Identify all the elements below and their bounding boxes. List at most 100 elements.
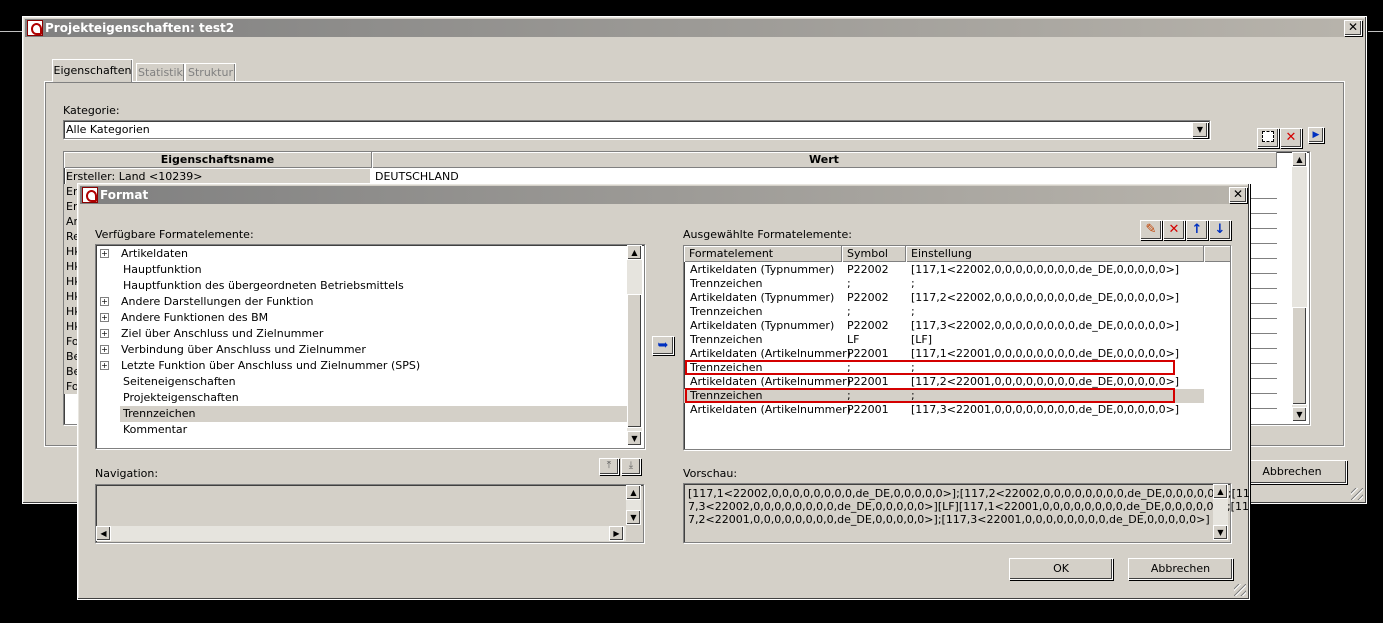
list-item[interactable]: + Letzte Funktion über Anschluss und Ziel… bbox=[96, 358, 627, 374]
header-einstellung[interactable]: Einstellung bbox=[906, 246, 1204, 262]
list-item[interactable]: + Ziel über Anschluss und Zielnummer bbox=[96, 326, 627, 342]
header-formatelement-label: Formatelement bbox=[689, 247, 774, 260]
cell-setting: [LF] bbox=[911, 333, 933, 346]
table-row[interactable]: Artikeldaten (Typnummer) P22002 [117,2<220… bbox=[684, 291, 1204, 305]
header-symbol[interactable]: Symbol bbox=[842, 246, 906, 262]
list-item-selected[interactable]: Trennzeichen bbox=[120, 406, 627, 422]
list-item[interactable]: + Andere Darstellungen der Funktion bbox=[96, 294, 627, 310]
ok-label: OK bbox=[1053, 562, 1069, 575]
highlight-box bbox=[685, 360, 1175, 375]
play-icon[interactable]: ▶ bbox=[1308, 127, 1324, 143]
list-item[interactable]: Projekteigenschaften bbox=[96, 390, 627, 406]
main-abbrechen-label: Abbrechen bbox=[1262, 465, 1322, 478]
list-item[interactable]: + Andere Funktionen des BM bbox=[96, 310, 627, 326]
new-property-icon[interactable] bbox=[1257, 128, 1279, 148]
resize-grip-icon[interactable] bbox=[1234, 584, 1246, 596]
table-row[interactable]: Artikeldaten (Typnummer) P22002 [117,3<220… bbox=[684, 319, 1204, 333]
scroll-left-icon[interactable]: ◀ bbox=[96, 526, 111, 541]
tab-statistik[interactable]: Statistik bbox=[136, 63, 185, 82]
expand-icon[interactable]: + bbox=[100, 296, 109, 306]
tab-eigenschaften[interactable]: Eigenschaften bbox=[52, 59, 133, 82]
nav-up-icon[interactable]: ⤒ bbox=[599, 458, 619, 475]
table-row[interactable]: Artikeldaten (Artikelnummer) P22001 [117,3… bbox=[684, 403, 1204, 417]
table-row[interactable]: Trennzeichen;; bbox=[684, 305, 1204, 319]
vorschau-line: 7,3<22002,0,0,0,0,0,0,0,0,de_DE,0,0,0,0,… bbox=[688, 500, 1249, 513]
cell-setting: [117,2<22001,0,0,0,0,0,0,0,0,de_DE,0,0,0… bbox=[911, 375, 1180, 388]
list-item[interactable]: Hauptfunktion des übergeordneten Betrieb… bbox=[96, 278, 627, 294]
table-row[interactable]: Artikeldaten (Artikelnummer) P22001 [117,2… bbox=[684, 375, 1204, 389]
scroll-down-icon[interactable]: ▼ bbox=[626, 510, 641, 525]
tab-statistik-label: Statistik bbox=[138, 66, 183, 79]
cell-setting: [117,2<22002,0,0,0,0,0,0,0,0,de_DE,0,0,0… bbox=[911, 291, 1180, 304]
nav-down-icon[interactable]: ⤓ bbox=[621, 458, 641, 475]
list-item[interactable]: + Verbindung über Anschluss und Zielnumme… bbox=[96, 342, 627, 358]
list-item[interactable]: Kommentar bbox=[96, 422, 627, 438]
header-filler bbox=[1204, 246, 1230, 262]
scroll-down-icon[interactable]: ▼ bbox=[627, 431, 642, 446]
expand-icon[interactable]: + bbox=[100, 328, 109, 338]
add-arrow-icon[interactable]: ➥ bbox=[652, 336, 674, 355]
expand-icon[interactable]: + bbox=[100, 248, 109, 258]
format-close-button[interactable]: ✕ bbox=[1229, 187, 1247, 203]
cell-setting: [117,3<22001,0,0,0,0,0,0,0,0,de_DE,0,0,0… bbox=[911, 403, 1180, 416]
header-wert-label: Wert bbox=[809, 153, 839, 166]
header-formatelement[interactable]: Formatelement bbox=[684, 246, 842, 262]
main-abbrechen-button[interactable]: Abbrechen bbox=[1237, 460, 1347, 484]
vorschau-text: [117,1<22002,0,0,0,0,0,0,0,0,de_DE,0,0,0… bbox=[688, 487, 1250, 526]
chevron-down-icon[interactable]: ▼ bbox=[1192, 122, 1208, 138]
resize-grip-icon[interactable] bbox=[1351, 488, 1363, 500]
cell-element: Artikeldaten (Typnummer) bbox=[690, 291, 835, 304]
table-row[interactable]: Ersteller: Land <10239> DEUTSCHLAND bbox=[64, 169, 1309, 184]
cell-element: Trennzeichen bbox=[690, 277, 763, 290]
scroll-up-icon[interactable]: ▲ bbox=[1213, 484, 1228, 499]
scroll-right-icon[interactable]: ▶ bbox=[609, 526, 624, 541]
scroll-thumb[interactable] bbox=[1292, 307, 1307, 405]
expand-icon[interactable]: + bbox=[100, 344, 109, 354]
expand-icon[interactable]: + bbox=[100, 312, 109, 322]
list-item[interactable]: + Artikeldaten bbox=[96, 246, 627, 262]
selected-elements-table: Formatelement Symbol Einstellung Artikel… bbox=[683, 245, 1231, 450]
cell-element: Artikeldaten (Artikelnummer) bbox=[690, 403, 851, 416]
list-item[interactable]: Seiteneigenschaften bbox=[96, 374, 627, 390]
item-label: Hauptfunktion des übergeordneten Betrieb… bbox=[123, 279, 404, 292]
header-wert[interactable]: Wert bbox=[372, 152, 1277, 168]
tab-struktur-label: Struktur bbox=[188, 66, 233, 79]
header-eigenschaftsname[interactable]: Eigenschaftsname bbox=[64, 152, 372, 168]
delete-icon[interactable]: ✕ bbox=[1280, 128, 1302, 148]
expand-icon[interactable]: + bbox=[100, 360, 109, 370]
table-row[interactable]: Trennzeichen LF [LF] bbox=[684, 333, 1204, 347]
cell-setting: ; bbox=[911, 277, 915, 290]
navigation-horizontal-scrollbar[interactable]: ◀ ▶ bbox=[96, 526, 626, 541]
table-row[interactable]: Trennzeichen;; bbox=[684, 277, 1204, 291]
delete-icon[interactable]: ✕ bbox=[1163, 220, 1185, 240]
item-label: Verbindung über Anschluss und Zielnummer bbox=[121, 343, 366, 356]
scroll-down-icon[interactable]: ▼ bbox=[1292, 407, 1307, 422]
table-row[interactable]: Artikeldaten (Typnummer) P22002 [117,1<220… bbox=[684, 263, 1204, 277]
vorschau-vertical-scrollbar[interactable]: ▲ ▼ bbox=[1213, 484, 1228, 540]
item-label: Artikeldaten bbox=[121, 247, 188, 260]
navigation-vertical-scrollbar[interactable]: ▲ ▼ bbox=[626, 485, 641, 525]
table-row[interactable]: Artikeldaten (Artikelnummer) P22001 [117,1… bbox=[684, 347, 1204, 361]
tab-struktur[interactable]: Struktur bbox=[185, 63, 236, 82]
cell-setting: [117,1<22002,0,0,0,0,0,0,0,0,de_DE,0,0,0… bbox=[911, 263, 1180, 276]
scroll-up-icon[interactable]: ▲ bbox=[1292, 152, 1307, 167]
move-down-icon[interactable]: ↓ bbox=[1209, 220, 1231, 240]
vorschau-line: 7,2<22001,0,0,0,0,0,0,0,0,de_DE,0,0,0,0,… bbox=[688, 513, 1210, 526]
cell-element: Trennzeichen bbox=[690, 305, 763, 318]
available-vertical-scrollbar[interactable]: ▲ ▼ bbox=[627, 245, 642, 446]
move-up-icon[interactable]: ↑ bbox=[1186, 220, 1208, 240]
scroll-up-icon[interactable]: ▲ bbox=[626, 485, 641, 500]
properties-vertical-scrollbar[interactable]: ▲ ▼ bbox=[1292, 152, 1307, 422]
ok-button[interactable]: OK bbox=[1009, 558, 1113, 580]
app-icon bbox=[27, 20, 43, 36]
list-item[interactable]: Hauptfunktion bbox=[96, 262, 627, 278]
header-einstellung-label: Einstellung bbox=[911, 247, 972, 260]
scroll-up-icon[interactable]: ▲ bbox=[627, 245, 642, 260]
edit-pencil-icon[interactable]: ✎ bbox=[1140, 220, 1162, 240]
format-app-icon bbox=[82, 187, 98, 203]
main-close-button[interactable]: ✕ bbox=[1344, 20, 1362, 36]
abbrechen-button[interactable]: Abbrechen bbox=[1128, 558, 1233, 580]
scroll-down-icon[interactable]: ▼ bbox=[1213, 525, 1228, 540]
scroll-thumb[interactable] bbox=[627, 294, 642, 428]
kategorie-select[interactable]: Alle Kategorien ▼ bbox=[63, 120, 1210, 139]
